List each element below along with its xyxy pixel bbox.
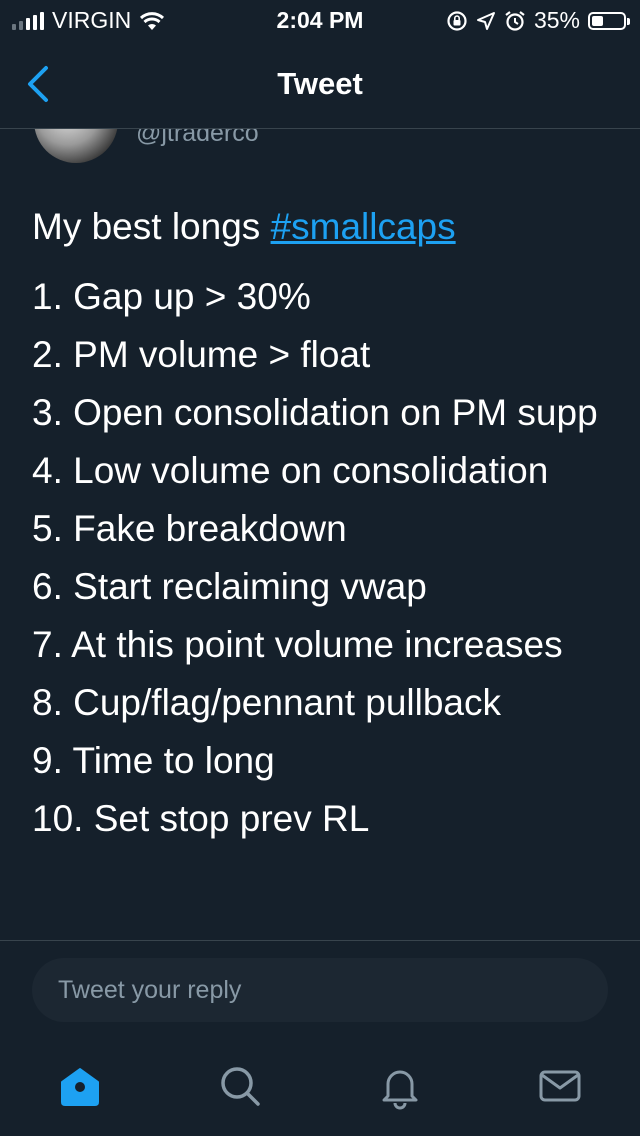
tweet-line: 9. Time to long bbox=[32, 740, 275, 781]
divider bbox=[0, 940, 640, 941]
tweet-line: 8. Cup/flag/pennant pullback bbox=[32, 682, 502, 723]
status-bar: VIRGIN 2:04 PM 35% bbox=[0, 0, 640, 40]
tab-home[interactable] bbox=[56, 1062, 104, 1110]
tweet-line: 5. Fake breakdown bbox=[32, 508, 347, 549]
tab-messages[interactable] bbox=[536, 1062, 584, 1110]
page-title: Tweet bbox=[277, 66, 363, 101]
user-handle[interactable]: @jtraderco bbox=[136, 129, 259, 148]
search-icon bbox=[221, 1067, 260, 1106]
tweet-line: 3. Open consolidation on PM supp bbox=[32, 392, 598, 433]
tweet-line: 7. At this point volume increases bbox=[32, 624, 563, 665]
tab-search[interactable] bbox=[216, 1062, 264, 1110]
hashtag-link[interactable]: #smallcaps bbox=[271, 206, 456, 247]
location-icon bbox=[476, 11, 495, 30]
mail-icon bbox=[539, 1070, 581, 1102]
reply-input[interactable]: Tweet your reply bbox=[32, 958, 608, 1022]
rotation-lock-icon bbox=[447, 10, 467, 31]
tweet-intro: My best longs #smallcaps bbox=[32, 198, 622, 256]
tweet-line: 1. Gap up > 30% bbox=[32, 276, 311, 317]
reply-placeholder: Tweet your reply bbox=[58, 975, 242, 1004]
nav-bar: Tweet bbox=[0, 40, 640, 129]
tweet-text: My best longs #smallcaps 1. Gap up > 30%… bbox=[32, 198, 622, 848]
home-icon bbox=[61, 1068, 99, 1106]
battery-icon bbox=[588, 11, 630, 30]
tweet-line: 6. Start reclaiming vwap bbox=[32, 566, 427, 607]
battery-percent: 35% bbox=[533, 7, 580, 33]
tab-notifications[interactable] bbox=[376, 1062, 424, 1110]
tweet-intro-text: My best longs bbox=[32, 206, 271, 247]
bell-icon bbox=[382, 1070, 418, 1110]
alarm-icon bbox=[505, 10, 525, 31]
tweet-line: 4. Low volume on consolidation bbox=[32, 450, 549, 491]
tweet-line: 2. PM volume > float bbox=[32, 334, 371, 375]
battery-fill bbox=[592, 15, 603, 26]
status-right: 35% bbox=[446, 7, 630, 34]
tab-bar bbox=[0, 1040, 640, 1136]
tweet-header: @jtraderco bbox=[0, 129, 640, 169]
avatar[interactable] bbox=[34, 129, 118, 163]
tweet-line: 10. Set stop prev RL bbox=[32, 798, 370, 839]
